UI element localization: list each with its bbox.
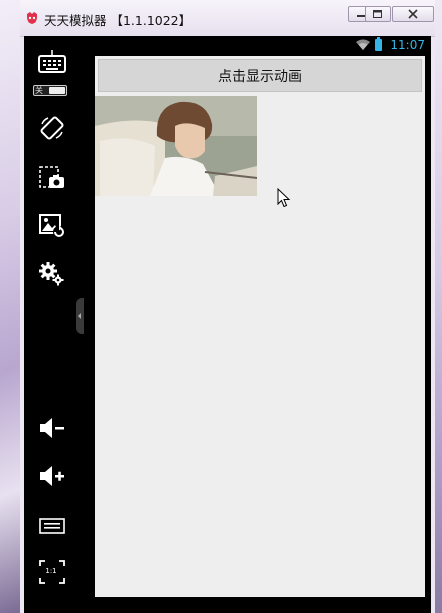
gallery-icon — [39, 214, 65, 238]
wifi-icon — [356, 39, 370, 50]
aspect-ratio-label: 1:1 — [45, 567, 57, 575]
window-title: 天天模拟器 【1.1.1022】 — [44, 13, 192, 28]
rotate-screen-icon — [40, 116, 64, 140]
maximize-icon — [373, 9, 382, 18]
toggle-knob — [49, 87, 65, 94]
battery-icon — [375, 37, 382, 51]
sidebar-collapse-handle[interactable] — [76, 298, 84, 334]
settings-icon — [39, 262, 64, 286]
screenshot-button[interactable] — [36, 162, 68, 194]
menu-icon — [39, 518, 65, 534]
mouse-cursor-icon — [277, 188, 291, 208]
settings-button[interactable] — [36, 258, 68, 290]
emulator-window: 天天模拟器 【1.1.1022】 11:07 关 1:1 点击显示动画 — [20, 0, 435, 613]
emulator-sidebar: 关 1:1 — [24, 36, 94, 613]
status-time: 11:07 — [390, 38, 425, 52]
menu-button[interactable] — [36, 510, 68, 542]
volume-down-button[interactable] — [36, 412, 68, 444]
volume-up-button[interactable] — [36, 460, 68, 492]
keyboard-icon — [38, 50, 66, 73]
desktop-wallpaper-left — [0, 0, 22, 613]
rotate-screen-button[interactable] — [36, 112, 68, 144]
volume-up-icon — [40, 466, 64, 486]
emulator-body: 11:07 关 1:1 点击显示动画 — [24, 36, 431, 613]
close-icon — [408, 9, 418, 19]
title-bar[interactable]: 天天模拟器 【1.1.1022】 — [20, 0, 435, 37]
android-screen[interactable]: 点击显示动画 — [95, 56, 425, 597]
close-button[interactable] — [392, 6, 434, 22]
screenshot-icon — [39, 166, 64, 188]
keyboard-button[interactable] — [36, 46, 68, 78]
person-photo — [95, 96, 257, 196]
volume-down-icon — [40, 418, 64, 438]
keyboard-toggle[interactable]: 关 — [33, 85, 67, 96]
gallery-button[interactable] — [36, 210, 68, 242]
aspect-ratio-button[interactable]: 1:1 — [36, 556, 68, 588]
toggle-label: 关 — [35, 86, 43, 95]
maximize-button[interactable] — [365, 6, 391, 22]
person-photo-image — [95, 96, 257, 196]
app-logo-icon — [27, 12, 37, 24]
show-animation-button[interactable]: 点击显示动画 — [98, 59, 422, 92]
